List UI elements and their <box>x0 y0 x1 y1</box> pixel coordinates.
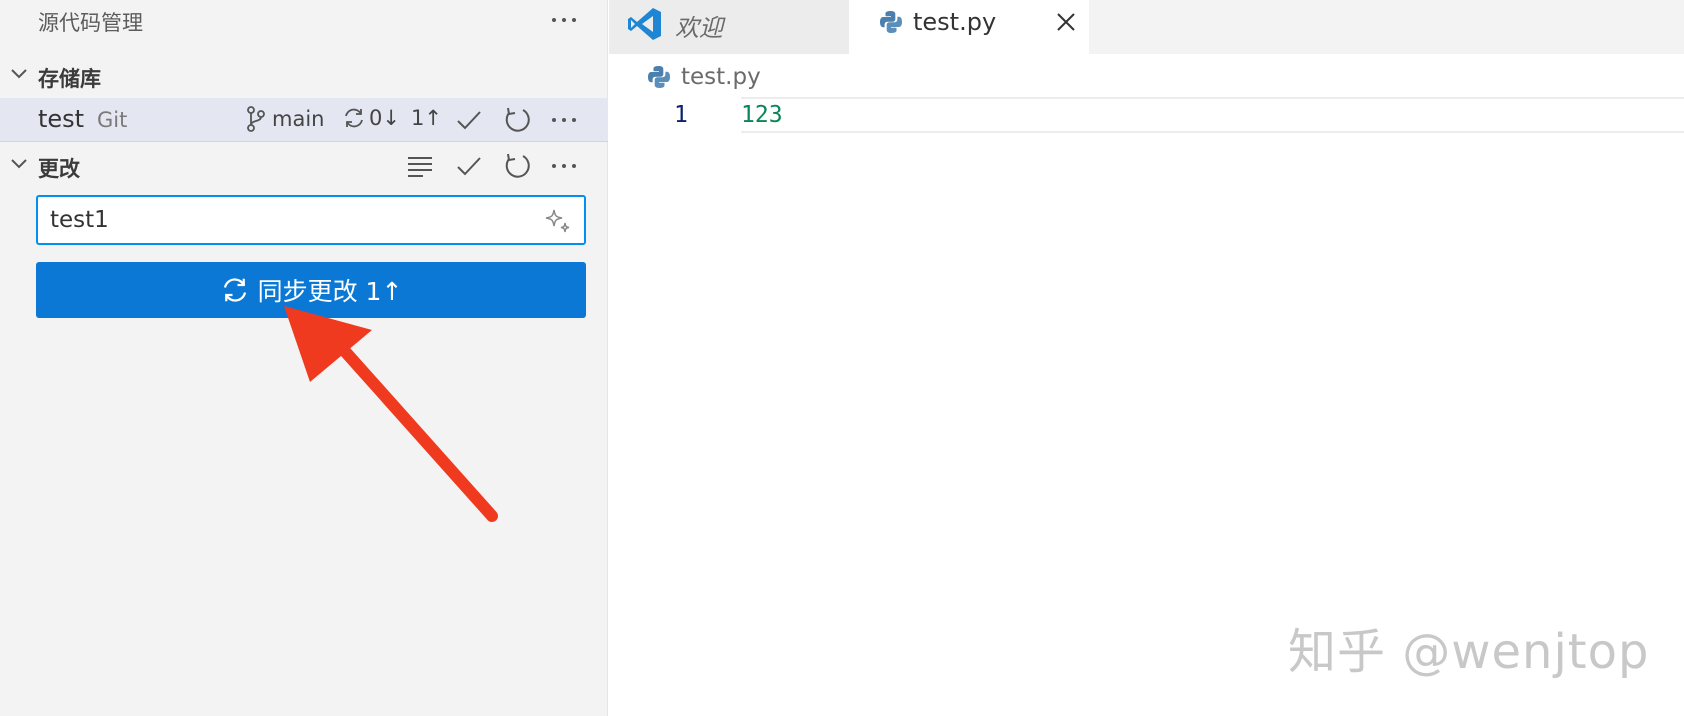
tab-label: test.py <box>913 8 997 36</box>
python-file-icon <box>648 66 670 88</box>
python-file-icon <box>880 11 902 33</box>
changes-section-title: 更改 <box>38 157 80 181</box>
breadcrumb-file: test.py <box>681 64 761 90</box>
repository-kind: Git <box>97 108 128 132</box>
more-actions-icon[interactable] <box>548 154 580 178</box>
branch-picker[interactable]: main <box>246 106 324 132</box>
refresh-icon[interactable] <box>502 151 532 181</box>
sync-icon <box>345 108 363 128</box>
outgoing-count: 1↑ <box>410 106 442 130</box>
refresh-icon[interactable] <box>502 105 532 135</box>
view-as-list-icon[interactable] <box>405 151 435 181</box>
repositories-section-title: 存储库 <box>38 67 101 91</box>
more-actions-icon[interactable] <box>548 8 580 32</box>
incoming-count: 0↓ <box>369 106 400 130</box>
sync-changes-button[interactable]: 同步更改 1↑ <box>36 262 586 318</box>
breadcrumb[interactable]: test.py <box>647 64 761 90</box>
changes-section-header[interactable]: 更改 <box>0 146 608 186</box>
sync-changes-label: 同步更改 1↑ <box>257 277 403 306</box>
sparkle-icon[interactable] <box>544 208 572 236</box>
commit-check-icon[interactable] <box>454 151 484 181</box>
git-branch-icon <box>247 106 265 132</box>
sync-status[interactable]: 0↓ 1↑ <box>342 106 442 130</box>
commit-message-input[interactable] <box>50 205 520 235</box>
repository-row[interactable]: test Git main 0↓ 1↑ <box>0 98 608 142</box>
chevron-down-icon <box>11 69 27 79</box>
vscode-logo-icon <box>628 8 661 40</box>
source-control-sidebar: 源代码管理 存储库 test Git main 0↓ 1↑ 更改 test1 同… <box>0 0 608 716</box>
annotation-arrow-icon <box>284 306 498 522</box>
tab-label: 欢迎 <box>675 14 723 42</box>
line-number: 1 <box>674 102 688 128</box>
repositories-section-header[interactable]: 存储库 <box>0 56 608 96</box>
current-line-highlight <box>741 97 1684 133</box>
watermark: 知乎 @wenjtop <box>1288 624 1650 680</box>
tab-welcome[interactable]: 欢迎 <box>609 0 849 54</box>
code-line[interactable]: 123 <box>741 102 783 128</box>
branch-name: main <box>272 107 325 131</box>
sidebar-header: 源代码管理 <box>0 0 608 44</box>
close-icon[interactable] <box>1054 10 1078 34</box>
more-actions-icon[interactable] <box>548 108 580 132</box>
editor-tab-bar: 欢迎 test.py <box>609 0 1684 54</box>
tab-test-py[interactable]: test.py <box>849 0 1089 54</box>
chevron-down-icon <box>11 159 27 169</box>
commit-check-icon[interactable] <box>454 105 484 135</box>
commit-message-box[interactable] <box>36 195 586 245</box>
sidebar-title: 源代码管理 <box>38 11 143 35</box>
sync-icon <box>223 278 246 302</box>
repository-name: test <box>38 105 85 133</box>
